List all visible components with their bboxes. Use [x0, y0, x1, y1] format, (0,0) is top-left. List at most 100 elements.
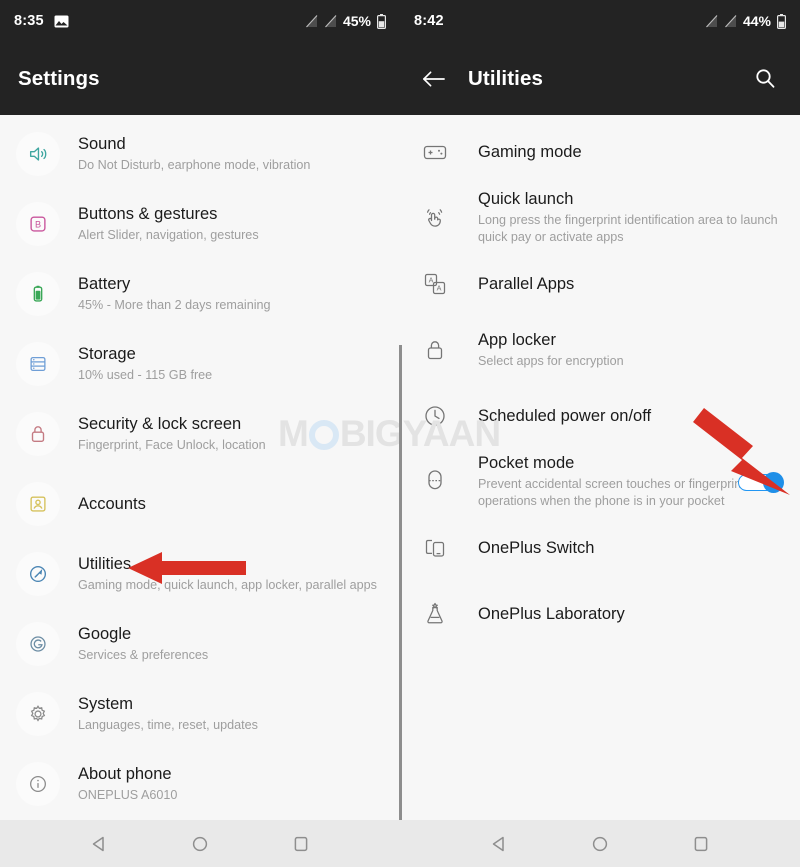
svg-text:B: B — [35, 220, 41, 230]
buttons-gestures-icon: B — [16, 202, 60, 246]
row-title: System — [78, 695, 134, 713]
status-bar-right: 8:42 44% — [400, 0, 800, 42]
nav-recents-icon[interactable] — [684, 827, 718, 861]
row-text: Storage 10% used - 115 GB free — [78, 344, 384, 384]
app-bar-left: Settings — [0, 42, 400, 115]
row-title: Storage — [78, 345, 136, 363]
back-arrow-icon[interactable] — [416, 62, 450, 96]
row-title: Buttons & gestures — [78, 205, 218, 223]
battery-percent: 45% — [342, 13, 371, 29]
row-subtitle: 45% - More than 2 days remaining — [78, 297, 271, 312]
utilities-list: Gaming mode Quick launch Long press the … — [400, 115, 800, 647]
sidebar-item-about-phone[interactable]: About phone ONEPLUS A6010 — [0, 749, 400, 819]
no-sim-icon — [724, 15, 737, 28]
nav-home-icon[interactable] — [183, 827, 217, 861]
row-subtitle: Alert Slider, navigation, gestures — [78, 227, 259, 242]
row-title: Sound — [78, 135, 126, 153]
row-title: OnePlus Laboratory — [478, 604, 625, 623]
status-notification-icons — [54, 15, 69, 28]
row-title: Scheduled power on/off — [478, 406, 652, 425]
lock-icon — [418, 333, 452, 367]
sidebar-item-buttons-gestures[interactable]: B Buttons & gestures Alert Slider, navig… — [0, 189, 400, 259]
list-item-quick-launch[interactable]: Quick launch Long press the fingerprint … — [400, 185, 800, 251]
row-text: OnePlus Switch — [478, 538, 784, 559]
search-icon[interactable] — [748, 62, 782, 96]
app-bar-right: Utilities — [400, 42, 800, 115]
sidebar-item-security[interactable]: Security & lock screen Fingerprint, Face… — [0, 399, 400, 469]
row-text: Accounts — [78, 494, 384, 515]
pocket-icon — [418, 465, 452, 499]
row-subtitle: Services & preferences — [78, 647, 209, 662]
row-text: System Languages, time, reset, updates — [78, 694, 384, 734]
pane-divider — [399, 345, 402, 820]
row-title: Accounts — [78, 494, 146, 513]
sidebar-item-google[interactable]: Google Services & preferences — [0, 609, 400, 679]
list-item-oneplus-laboratory[interactable]: OnePlus Laboratory — [400, 581, 800, 647]
google-icon — [16, 622, 60, 666]
row-title: Parallel Apps — [478, 274, 575, 293]
left-phone-screen: 8:35 45% Settings Sound Do Not Disturb, … — [0, 0, 400, 867]
status-bar-left: 8:35 45% — [0, 0, 400, 42]
nav-buttons-right — [400, 820, 800, 867]
no-sim-icon — [305, 15, 318, 28]
battery-icon — [377, 13, 386, 29]
row-subtitle: Languages, time, reset, updates — [78, 717, 258, 732]
row-title: Gaming mode — [478, 142, 582, 161]
row-text: Buttons & gestures Alert Slider, navigat… — [78, 204, 384, 244]
sidebar-item-battery[interactable]: Battery 45% - More than 2 days remaining — [0, 259, 400, 329]
row-subtitle: Long press the fingerprint identificatio… — [478, 212, 778, 245]
gear-icon — [16, 692, 60, 736]
nav-home-icon[interactable] — [583, 827, 617, 861]
list-item-gaming-mode[interactable]: Gaming mode — [400, 119, 800, 185]
list-item-oneplus-switch[interactable]: OnePlus Switch — [400, 515, 800, 581]
row-subtitle: Select apps for encryption — [478, 353, 624, 368]
image-icon — [54, 15, 69, 27]
nav-buttons-left — [0, 820, 400, 867]
battery-percent: 44% — [742, 13, 771, 29]
status-right-icons: 44% — [705, 13, 786, 29]
page-title: Utilities — [468, 66, 543, 90]
no-sim-icon — [324, 15, 337, 28]
row-text: About phone ONEPLUS A6010 — [78, 764, 384, 804]
row-text: Parallel Apps — [478, 274, 784, 295]
nav-back-icon[interactable] — [482, 827, 516, 861]
row-title: OnePlus Switch — [478, 538, 595, 557]
annotation-arrow-pocket-toggle — [693, 408, 790, 495]
row-title: Utilities — [78, 555, 132, 573]
row-subtitle: Fingerprint, Face Unlock, location — [78, 437, 266, 452]
sidebar-item-system[interactable]: System Languages, time, reset, updates — [0, 679, 400, 749]
row-text: OnePlus Laboratory — [478, 604, 784, 625]
sidebar-item-accounts[interactable]: Accounts — [0, 469, 400, 539]
row-title: Google — [78, 625, 132, 643]
sound-icon — [16, 132, 60, 176]
nav-recents-icon[interactable] — [284, 827, 318, 861]
svg-text:A: A — [437, 284, 442, 293]
row-text: Quick launch Long press the fingerprint … — [478, 189, 784, 246]
row-title: App locker — [478, 331, 556, 349]
row-title: Security & lock screen — [78, 415, 242, 433]
parallel-apps-icon: A A — [418, 267, 452, 301]
settings-list: Sound Do Not Disturb, earphone mode, vib… — [0, 115, 400, 866]
row-subtitle: 10% used - 115 GB free — [78, 367, 213, 382]
gamepad-icon — [418, 135, 452, 169]
row-text: Google Services & preferences — [78, 624, 384, 664]
nav-back-icon[interactable] — [82, 827, 116, 861]
dual-screenshot: 8:35 45% Settings Sound Do Not Disturb, … — [0, 0, 800, 867]
account-icon — [16, 482, 60, 526]
storage-icon — [16, 342, 60, 386]
fingerprint-tap-icon — [418, 201, 452, 235]
annotation-arrow-utilities — [128, 552, 246, 584]
no-sim-icon — [705, 15, 718, 28]
flask-icon — [418, 597, 452, 631]
info-icon — [16, 762, 60, 806]
sidebar-item-storage[interactable]: Storage 10% used - 115 GB free — [0, 329, 400, 399]
navigation-bar — [0, 820, 800, 867]
lock-icon — [16, 412, 60, 456]
svg-text:A: A — [429, 276, 434, 285]
row-text: Sound Do Not Disturb, earphone mode, vib… — [78, 134, 384, 174]
list-item-parallel-apps[interactable]: A A Parallel Apps — [400, 251, 800, 317]
list-item-app-locker[interactable]: App locker Select apps for encryption — [400, 317, 800, 383]
sidebar-item-sound[interactable]: Sound Do Not Disturb, earphone mode, vib… — [0, 119, 400, 189]
row-title: Battery — [78, 275, 131, 293]
clock-icon — [418, 399, 452, 433]
